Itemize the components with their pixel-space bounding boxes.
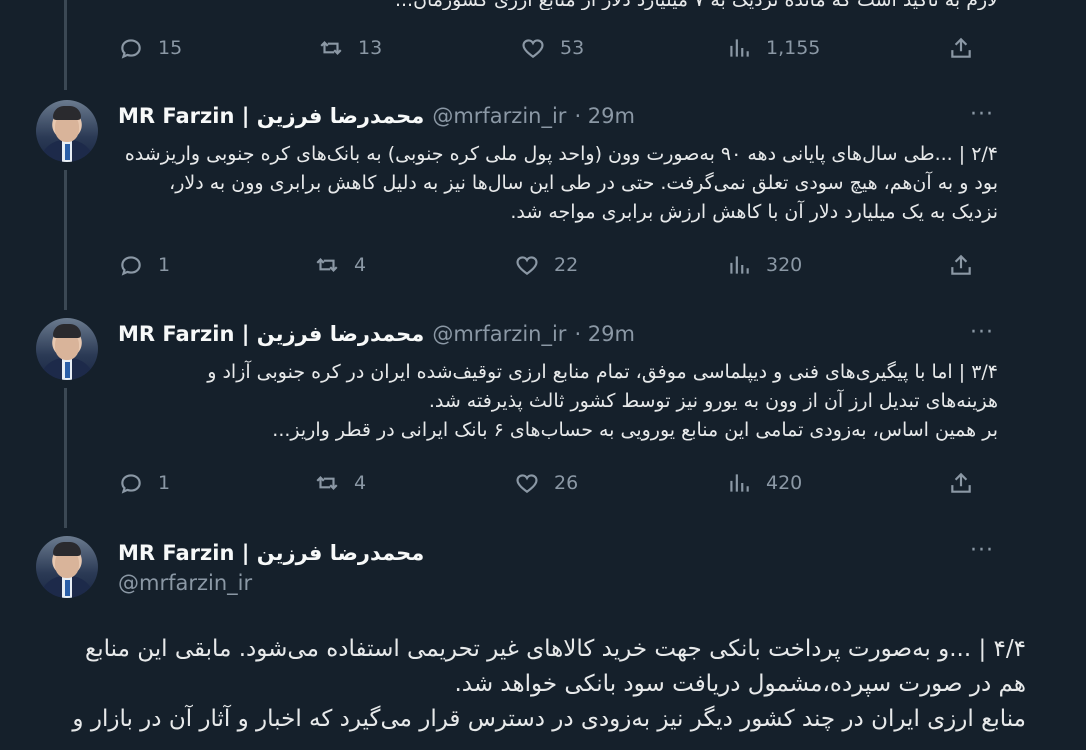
retweet-button[interactable]: 4 — [314, 252, 366, 278]
views-button[interactable]: 1,155 — [726, 35, 820, 61]
reply-button[interactable]: 1 — [118, 470, 170, 496]
tweet-time[interactable]: · 29m — [574, 104, 635, 128]
retweet-icon — [320, 41, 342, 55]
tweet-header: محمدرضا فرزین | MR Farzin — [118, 538, 424, 568]
retweet-icon — [316, 476, 338, 490]
tweet-header: محمدرضا فرزین | MR Farzin @mrfarzin_ir ·… — [118, 101, 635, 131]
author-handle[interactable]: @mrfarzin_ir — [118, 571, 252, 595]
retweet-icon — [316, 258, 338, 272]
thread-line — [64, 170, 67, 310]
views-count: 320 — [766, 254, 803, 276]
like-button[interactable]: 26 — [514, 470, 578, 496]
retweet-count: 4 — [354, 254, 367, 276]
share-icon — [951, 37, 971, 58]
more-options-icon[interactable]: ··· — [970, 538, 994, 563]
share-button[interactable] — [948, 470, 974, 496]
tweet-actions: 1 4 26 420 — [118, 470, 978, 500]
author-name[interactable]: محمدرضا فرزین | MR Farzin — [118, 104, 424, 128]
tweet-text-line: منابع ارزی ایران در چند کشور دیگر نیز به… — [72, 706, 1026, 732]
more-options-icon[interactable]: ··· — [970, 320, 994, 345]
tweet-text-line: بر همین اساس، به‌زودی تمامی این منابع یو… — [272, 419, 998, 441]
reply-icon — [121, 39, 141, 59]
reply-button[interactable]: 1 — [118, 252, 170, 278]
author-handle[interactable]: @mrfarzin_ir — [432, 322, 566, 346]
tweet-text-line: هم در صورت سپرده،مشمول دریافت سود بانکی … — [454, 671, 1026, 697]
tweet-text-line: ۴/۴ | ...و به‌صورت پرداخت بانکی جهت خرید… — [85, 636, 1026, 662]
retweet-count: 13 — [358, 37, 383, 59]
reply-icon — [121, 474, 141, 494]
avatar[interactable] — [36, 100, 98, 162]
tweet-time[interactable]: · 29m — [574, 322, 635, 346]
more-options-icon[interactable]: ··· — [970, 102, 994, 127]
thread-line — [64, 388, 67, 528]
views-icon — [730, 474, 749, 492]
share-button[interactable] — [948, 35, 974, 61]
like-count: 26 — [554, 472, 579, 494]
tweet-text: ۴/۴ | ...و به‌صورت پرداخت بانکی جهت خرید… — [40, 632, 1026, 737]
like-button[interactable]: 53 — [520, 35, 584, 61]
tweet-header: محمدرضا فرزین | MR Farzin @mrfarzin_ir ·… — [118, 319, 635, 349]
tweet-text-line: هزینه‌های تبدیل ارز آن از وون به یورو نی… — [428, 390, 998, 412]
tweet-text: ۳/۴ | اما با پیگیری‌های فنی و دیپلماسی م… — [118, 358, 998, 445]
share-button[interactable] — [948, 252, 974, 278]
heart-icon — [516, 474, 538, 493]
avatar[interactable] — [36, 318, 98, 380]
share-icon — [951, 254, 971, 275]
retweet-count: 4 — [354, 472, 367, 494]
reply-count: 1 — [158, 254, 171, 276]
views-icon — [730, 256, 749, 274]
tweet-text: ۲/۴ | ...طی سال‌های پایانی دهه ۹۰ به‌صور… — [124, 143, 998, 223]
tweet-actions: 1 4 22 320 — [118, 252, 978, 282]
tweet-text-line: ۳/۴ | اما با پیگیری‌های فنی و دیپلماسی م… — [207, 361, 998, 383]
views-count: 1,155 — [766, 37, 821, 59]
tweet-text: لازم به تاکید است که مانده نزدیک به ۷ می… — [118, 0, 998, 10]
heart-icon — [516, 256, 538, 275]
heart-icon — [522, 39, 544, 58]
like-count: 53 — [560, 37, 585, 59]
reply-icon — [121, 256, 141, 276]
share-icon — [951, 472, 971, 493]
tweet-actions: 15 13 53 1,155 — [118, 35, 978, 65]
reply-count: 1 — [158, 472, 171, 494]
retweet-button[interactable]: 4 — [314, 470, 366, 496]
avatar[interactable] — [36, 536, 98, 598]
thread-line — [64, 0, 67, 90]
views-count: 420 — [766, 472, 803, 494]
retweet-button[interactable]: 13 — [318, 35, 382, 61]
like-button[interactable]: 22 — [514, 252, 578, 278]
author-name[interactable]: محمدرضا فرزین | MR Farzin — [118, 322, 424, 346]
views-icon — [730, 39, 749, 57]
reply-count: 15 — [158, 37, 183, 59]
author-handle[interactable]: @mrfarzin_ir — [432, 104, 566, 128]
like-count: 22 — [554, 254, 579, 276]
views-button[interactable]: 420 — [726, 470, 802, 496]
author-name[interactable]: محمدرضا فرزین | MR Farzin — [118, 541, 424, 565]
views-button[interactable]: 320 — [726, 252, 802, 278]
reply-button[interactable]: 15 — [118, 35, 182, 61]
